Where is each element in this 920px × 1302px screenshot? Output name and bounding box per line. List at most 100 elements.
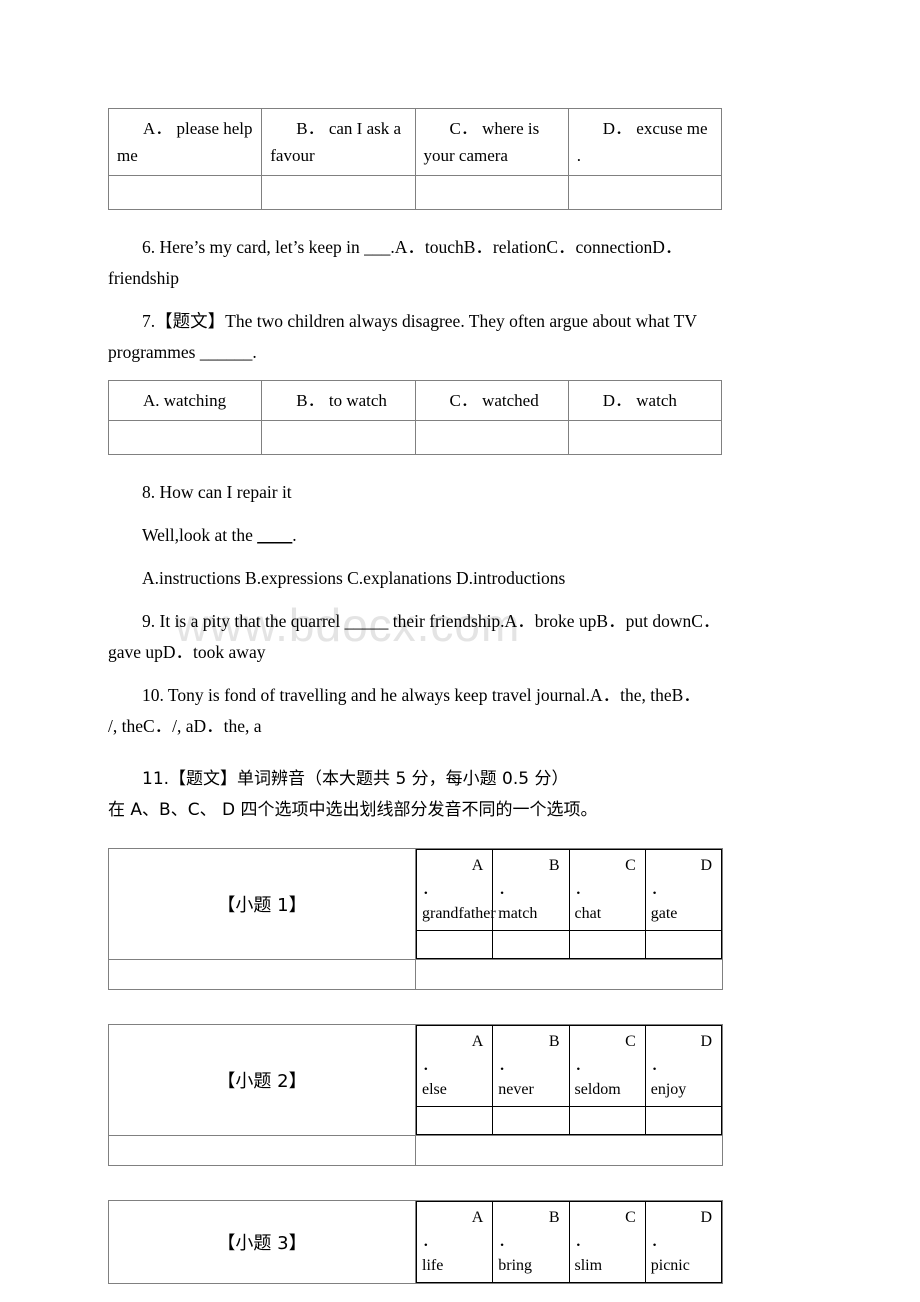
option-cell-d[interactable]: D ． picnic [644,1201,723,1283]
option-word: slim [574,1257,603,1274]
option-letter: D [700,1209,712,1226]
option-word: bring [498,1257,533,1274]
option-letter: C． [449,119,478,138]
option-cell-a[interactable]: A. watching [107,380,263,421]
option-dot: ． [574,1057,591,1074]
option-word: else [422,1081,447,1098]
option-cell-b[interactable]: B． can I ask a favour [261,108,416,176]
option-cell-c[interactable]: C． watched [414,380,569,421]
option-letter: A [471,1033,484,1050]
option-letter: D [700,857,712,874]
option-cell-a[interactable]: A ． life [415,1201,494,1283]
answer-cell-a[interactable] [415,930,494,959]
answer-cell-c[interactable] [414,420,569,455]
document-content: A． please help me B． can I ask a favour … [0,0,920,1284]
option-text: where is your camera [423,119,540,165]
option-letter: D [700,1033,712,1050]
option-letter: A. [143,391,160,410]
subquestion-1-blank-right[interactable] [415,959,723,990]
table-row: A ． grandfather B ． match C ． chat D ． g… [415,849,723,931]
option-letter: B [548,857,560,874]
subquestion-2-table: 【小题 2】 A ． else B ． never C ． seldom D ．… [108,1024,723,1166]
answer-cell-a[interactable] [107,420,263,455]
answer-cell-b[interactable] [261,175,416,210]
answer-row [107,175,723,210]
subquestion-1-blank-left[interactable] [108,959,416,990]
question8-blank: ____ [257,525,293,545]
subquestion-2-options-cell: A ． else B ． never C ． seldom D ． enjoy [415,1024,723,1136]
option-cell-d[interactable]: D． watch [567,380,723,421]
answer-row [415,1106,723,1135]
option-cell-d[interactable]: D ． gate [644,849,723,931]
option-word: seldom [574,1081,621,1098]
option-cell-c[interactable]: C． where is your camera [414,108,569,176]
option-cell-a[interactable]: A ． else [415,1025,494,1107]
question7-options-table: A. watching B． to watch C． watched D． wa… [107,380,723,455]
subquestion-2-blank-right[interactable] [415,1135,723,1166]
answer-cell-b[interactable] [492,1106,570,1135]
option-dot: ． [422,1057,439,1074]
option-cell-a[interactable]: A． please help me [107,108,263,176]
answer-cell-d[interactable] [567,175,723,210]
option-cell-c[interactable]: C ． seldom [568,1025,646,1107]
option-letter: C． [449,391,478,410]
option-letter: C [625,1033,636,1050]
option-text: to watch [328,391,387,410]
option-cell-d[interactable]: D． excuse me . [567,108,723,176]
question8-line2-post: . [292,525,297,545]
option-cell-c[interactable]: C ． slim [568,1201,646,1283]
option-letter: B． [296,119,325,138]
option-dot: ． [650,1057,667,1074]
subquestion-2-blank-left[interactable] [108,1135,416,1166]
option-text: watching [163,391,227,410]
option-word: life [422,1257,444,1274]
question11-instruction: 在 A、B、C、 D 四个选项中选出划线部分发音不同的一个选项。 [108,800,598,820]
answer-cell-a[interactable] [415,1106,494,1135]
option-dot: ． [650,1233,667,1250]
question10-line2: /, theC．/, aD．the, a [108,716,262,736]
option-word: picnic [650,1257,690,1274]
option-letter: D． [602,391,633,410]
option-cell-c[interactable]: C ． chat [568,849,646,931]
option-letter: C [625,1209,636,1226]
question8-line2-pre: Well,look at the [142,525,258,545]
answer-cell-a[interactable] [107,175,263,210]
table-row: 【小题 3】 A ． life B ． bring C ． slim D ． p… [108,1200,723,1284]
answer-cell-d[interactable] [567,420,723,455]
question8-line1: 8. How can I repair it [142,482,292,502]
option-letter: A [471,857,484,874]
option-letter: A [471,1209,484,1226]
table-row [108,959,723,990]
option-letter: B [548,1033,560,1050]
answer-cell-d[interactable] [644,1106,723,1135]
option-word: match [498,905,538,922]
question8-options-line: A.instructions B.expressions C.explanati… [142,568,566,588]
answer-cell-c[interactable] [414,175,569,210]
answer-cell-b[interactable] [261,420,416,455]
option-dot: ． [422,1233,439,1250]
answer-cell-c[interactable] [568,930,646,959]
option-cell-b[interactable]: B ． match [492,849,570,931]
question7-stem-line1: 7.【题文】The two children always disagree. … [142,311,697,331]
option-letter: C [625,857,636,874]
table-row: 【小题 2】 A ． else B ． never C ． seldom D ．… [108,1024,723,1136]
option-dot: ． [498,1057,515,1074]
question7-stem-line2: programmes ______. [108,342,257,362]
option-word: never [498,1081,534,1098]
option-text: watched [482,391,539,410]
table-row: A. watching B． to watch C． watched D． wa… [107,380,723,421]
answer-row [107,420,723,455]
option-cell-d[interactable]: D ． enjoy [644,1025,723,1107]
option-cell-a[interactable]: A ． grandfather [415,849,496,931]
option-dot: ． [422,881,439,898]
answer-row [415,930,723,959]
answer-cell-d[interactable] [644,930,723,959]
option-cell-b[interactable]: B． to watch [261,380,416,421]
subquestion-label: 【小题 3】 [217,1233,307,1254]
answer-cell-c[interactable] [568,1106,646,1135]
option-cell-b[interactable]: B ． never [492,1025,570,1107]
answer-cell-b[interactable] [492,930,570,959]
question9-line2: gave upD．took away [108,642,266,662]
option-cell-b[interactable]: B ． bring [492,1201,570,1283]
subquestion-2-inner-table: A ． else B ． never C ． seldom D ． enjoy [415,1025,723,1135]
